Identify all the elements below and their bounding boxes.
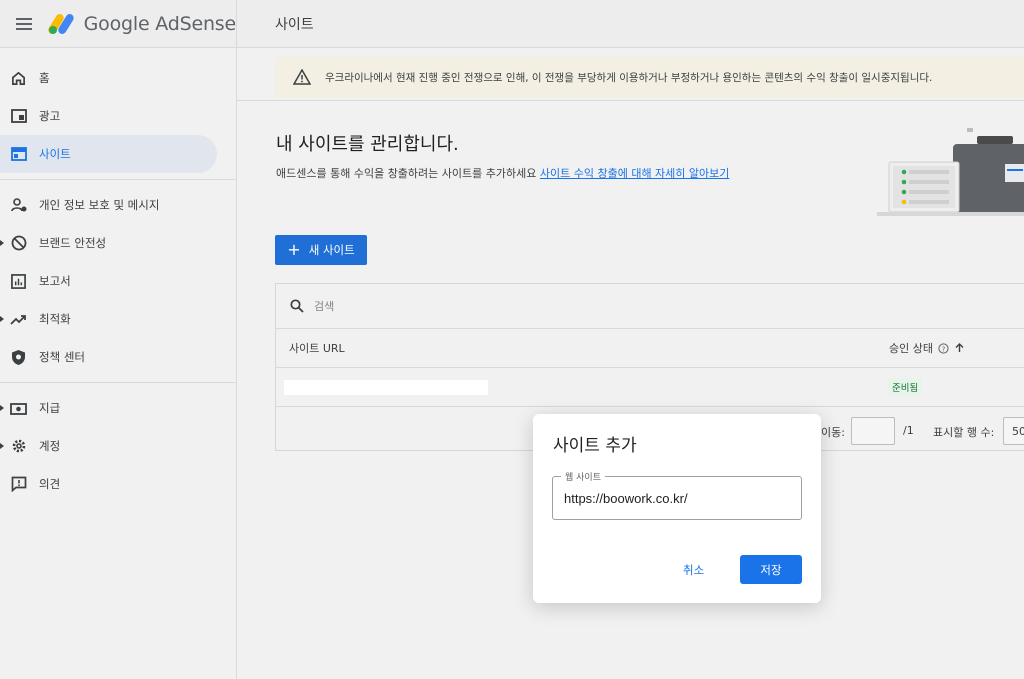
add-site-dialog: 사이트 추가 웹 사이트 취소 저장	[533, 414, 821, 603]
divider	[0, 179, 236, 180]
sort-arrow-up-icon[interactable]	[955, 343, 964, 353]
sidebar-item-label: 지급	[39, 401, 61, 415]
warning-icon	[293, 69, 311, 85]
page-goto-label: 이동:	[821, 426, 845, 439]
page-subtext: 애드센스를 통해 수익을 창출하려는 사이트를 추가하세요 사이트 수익 창출에…	[276, 165, 729, 181]
expand-caret-icon[interactable]	[0, 443, 4, 449]
sidebar-item-account[interactable]: 계정	[0, 427, 217, 465]
new-site-label: 새 사이트	[308, 243, 355, 257]
sidebar-item-label: 사이트	[39, 147, 71, 161]
policy-shield-icon	[10, 349, 27, 366]
sidebar-item-label: 정책 센터	[39, 350, 85, 364]
sidebar-item-label: 보고서	[39, 274, 71, 288]
sidebar-item-label: 계정	[39, 439, 61, 453]
sidebar-item-privacy[interactable]: 개인 정보 보호 및 메시지	[0, 186, 217, 224]
expand-caret-icon[interactable]	[0, 240, 4, 246]
privacy-icon	[10, 197, 27, 214]
dialog-title: 사이트 추가	[553, 436, 637, 456]
redacted-site-url	[284, 380, 488, 395]
table-row[interactable]: 준비됨	[276, 368, 1024, 407]
column-header-status-label: 승인 상태	[889, 342, 933, 355]
adsense-logo-icon	[46, 12, 76, 36]
payment-icon	[10, 400, 27, 417]
page-total: /1	[903, 424, 914, 437]
report-icon	[10, 273, 27, 290]
table-search[interactable]: 검색	[276, 284, 1024, 329]
website-input[interactable]	[564, 491, 789, 506]
column-header-url: 사이트 URL	[289, 342, 345, 355]
sidebar: 홈 광고 사이트 개인 정보 보호 및 메시지 브랜드 안전성 보고서 최적화 …	[0, 48, 237, 679]
website-field[interactable]: 웹 사이트	[552, 470, 802, 520]
sidebar-item-label: 개인 정보 보호 및 메시지	[39, 198, 160, 212]
search-icon	[290, 299, 304, 313]
sidebar-item-payments[interactable]: 지급	[0, 389, 217, 427]
sites-illustration	[877, 128, 1024, 216]
sidebar-item-feedback[interactable]: 의견	[0, 465, 217, 503]
sidebar-item-home[interactable]: 홈	[0, 59, 217, 97]
sidebar-item-label: 광고	[39, 109, 61, 123]
sidebar-item-sites[interactable]: 사이트	[0, 135, 217, 173]
expand-caret-icon[interactable]	[0, 316, 4, 322]
plus-icon: +	[287, 240, 301, 259]
ad-icon	[10, 108, 27, 125]
sidebar-item-optimization[interactable]: 최적화	[0, 300, 217, 338]
sidebar-item-label: 홈	[39, 71, 50, 85]
home-icon	[10, 70, 27, 87]
divider	[237, 100, 1024, 101]
sidebar-item-reports[interactable]: 보고서	[0, 262, 217, 300]
page-title: 사이트	[275, 16, 314, 33]
brand-name: Google AdSense	[83, 12, 237, 35]
sidebar-item-policy-center[interactable]: 정책 센터	[0, 338, 217, 376]
sidebar-item-label: 최적화	[39, 312, 71, 326]
block-icon	[10, 235, 27, 252]
page-heading: 내 사이트를 관리합니다.	[276, 134, 459, 155]
gear-icon	[10, 438, 27, 455]
feedback-icon	[10, 476, 27, 493]
page-number-input[interactable]	[851, 417, 895, 445]
trending-icon	[10, 311, 27, 328]
sidebar-item-label: 브랜드 안전성	[39, 236, 107, 250]
save-button[interactable]: 저장	[740, 555, 802, 584]
column-header-status[interactable]: 승인 상태 ?	[889, 340, 964, 356]
search-placeholder: 검색	[314, 300, 335, 313]
status-badge: 준비됨	[888, 378, 923, 395]
svg-text:?: ?	[942, 345, 946, 353]
learn-more-link[interactable]: 사이트 수익 창출에 대해 자세히 알아보기	[540, 167, 730, 180]
cancel-button[interactable]: 취소	[683, 562, 704, 578]
rows-per-page-label: 표시할 행 수:	[933, 426, 995, 439]
expand-caret-icon[interactable]	[0, 405, 4, 411]
banner-text: 우크라이나에서 현재 진행 중인 전쟁으로 인해, 이 전쟁을 부당하게 이용하…	[325, 71, 933, 84]
sidebar-item-brand-safety[interactable]: 브랜드 안전성	[0, 224, 217, 262]
war-notice-banner: 우크라이나에서 현재 진행 중인 전쟁으로 인해, 이 전쟁을 부당하게 이용하…	[275, 56, 1024, 98]
top-bar: Google AdSense 사이트	[0, 0, 1024, 48]
new-site-button[interactable]: + 새 사이트	[275, 235, 367, 265]
sites-icon	[10, 146, 27, 163]
rows-per-page-select[interactable]: 50	[1003, 417, 1024, 445]
sidebar-item-label: 의견	[39, 477, 61, 491]
divider	[0, 382, 236, 383]
help-icon[interactable]: ?	[938, 342, 949, 354]
table-header: 사이트 URL 승인 상태 ?	[276, 329, 1024, 368]
menu-icon[interactable]	[0, 0, 48, 48]
subtext: 애드센스를 통해 수익을 창출하려는 사이트를 추가하세요	[276, 167, 537, 180]
website-field-label: 웹 사이트	[561, 470, 605, 483]
sidebar-item-ads[interactable]: 광고	[0, 97, 217, 135]
adsense-logo[interactable]: Google AdSense	[46, 0, 237, 48]
